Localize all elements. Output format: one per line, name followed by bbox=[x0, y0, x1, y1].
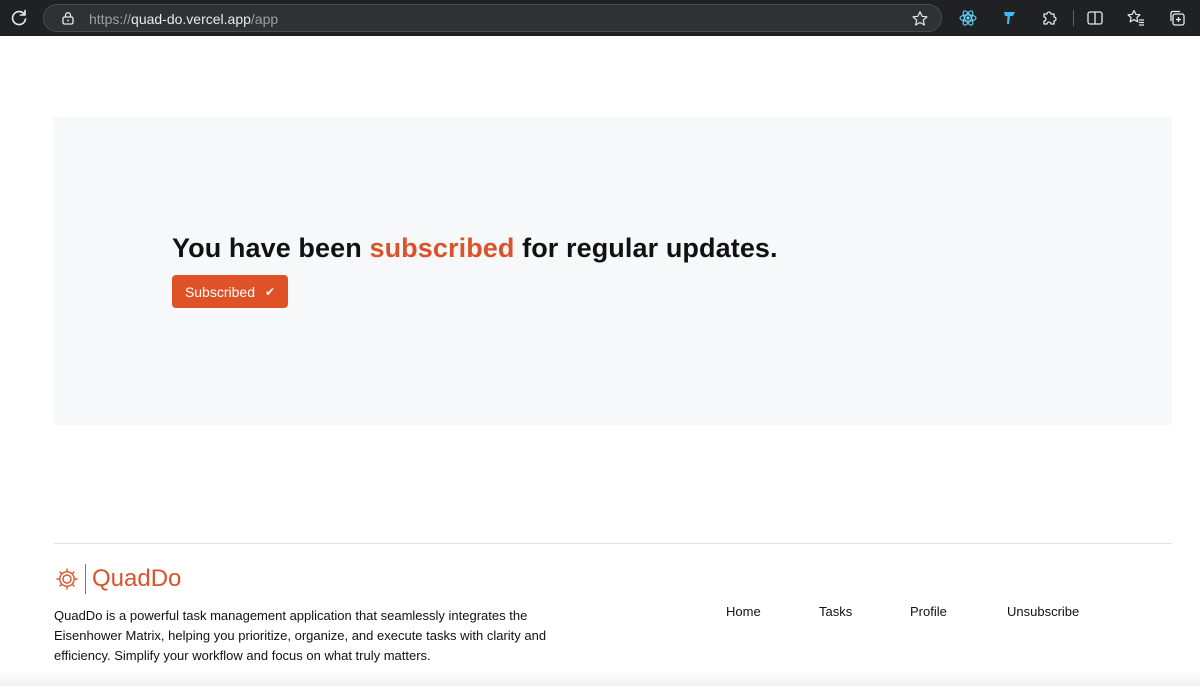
headline-before: You have been bbox=[172, 233, 370, 263]
headline-after: for regular updates. bbox=[514, 233, 778, 263]
browser-toolbar: https://quad-do.vercel.app/app bbox=[0, 0, 1200, 36]
url-path: /app bbox=[250, 11, 279, 27]
subscription-headline: You have been subscribed for regular upd… bbox=[172, 233, 778, 264]
footer-link-tasks[interactable]: Tasks bbox=[819, 604, 852, 619]
headline-accent: subscribed bbox=[369, 233, 515, 263]
footer-link-profile[interactable]: Profile bbox=[910, 604, 947, 619]
toolbar-separator bbox=[1073, 10, 1074, 26]
subscribed-button-label: Subscribed bbox=[184, 283, 255, 300]
address-bar[interactable]: https://quad-do.vercel.app/app bbox=[43, 4, 942, 32]
brand-name: QuadDo bbox=[92, 565, 182, 592]
tailwind-extension-icon[interactable] bbox=[1000, 8, 1020, 28]
reload-icon[interactable] bbox=[9, 8, 29, 28]
page-bottom-edge bbox=[0, 670, 1200, 686]
gear-logo-icon bbox=[56, 568, 78, 590]
check-icon: ✔ bbox=[264, 284, 276, 299]
footer-description: QuadDo is a powerful task management app… bbox=[54, 608, 547, 663]
react-devtools-icon[interactable] bbox=[958, 8, 978, 28]
lock-icon[interactable] bbox=[61, 11, 75, 25]
logo-divider bbox=[85, 564, 86, 594]
subscription-hero: You have been subscribed for regular upd… bbox=[54, 117, 1172, 425]
footer-logo[interactable]: QuadDo bbox=[54, 563, 181, 595]
url-text[interactable]: https://quad-do.vercel.app/app bbox=[89, 11, 278, 27]
footer-link-home[interactable]: Home bbox=[726, 604, 761, 619]
star-icon[interactable] bbox=[911, 10, 929, 28]
url-protocol: https:// bbox=[89, 11, 132, 27]
collections-icon[interactable] bbox=[1167, 8, 1187, 28]
subscribed-button[interactable]: Subscribed ✔ bbox=[172, 275, 288, 308]
favorites-icon[interactable] bbox=[1126, 8, 1146, 28]
url-host: quad-do.vercel.app bbox=[131, 11, 251, 27]
footer-divider bbox=[54, 543, 1172, 544]
split-screen-icon[interactable] bbox=[1085, 8, 1105, 28]
extensions-icon[interactable] bbox=[1040, 8, 1060, 28]
footer-link-unsubscribe[interactable]: Unsubscribe bbox=[1007, 604, 1079, 619]
